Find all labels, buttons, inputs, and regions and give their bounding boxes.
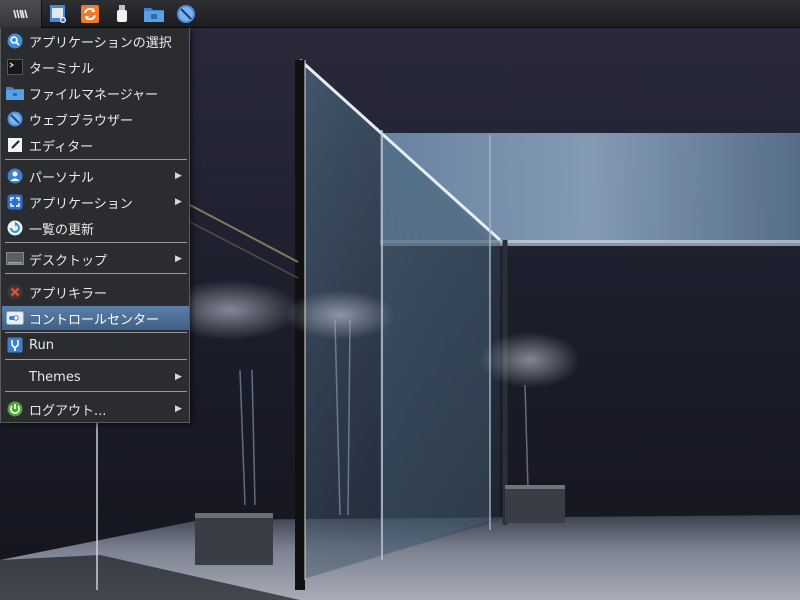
menu-item-label: 一覧の更新 — [29, 222, 95, 238]
update-icon — [81, 4, 99, 23]
notepad-launcher[interactable] — [42, 1, 74, 27]
notepad-icon — [50, 4, 66, 23]
menu-item-personal[interactable]: パーソナル ▶ — [2, 164, 189, 188]
usb-drive-icon — [117, 4, 127, 22]
menu-item-select-application[interactable]: アプリケーションの選択 — [2, 29, 189, 53]
menu-separator — [5, 391, 187, 392]
menu-separator — [5, 159, 187, 160]
menu-item-label: コントロールセンター — [29, 312, 160, 328]
menu-separator — [5, 273, 187, 274]
menu-item-label: ウェブブラウザー — [29, 113, 134, 129]
submenu-arrow-icon: ▶ — [175, 197, 182, 207]
menu-item-web-browser[interactable]: ウェブブラウザー — [2, 107, 189, 131]
desktop-icon — [6, 250, 24, 268]
menu-item-themes[interactable]: Themes ▶ — [2, 365, 189, 389]
folder-icon — [144, 7, 164, 22]
menu-item-label: アプリキラー — [29, 286, 108, 302]
menu-item-terminal[interactable]: ターミナル — [2, 55, 189, 79]
menu-item-logout[interactable]: ログアウト... ▶ — [2, 397, 189, 421]
menu-separator — [5, 359, 187, 360]
menu-item-label: パーソナル — [29, 170, 95, 186]
submenu-arrow-icon: ▶ — [175, 404, 182, 414]
menu-item-label: アプリケーション — [29, 196, 133, 212]
terminal-icon — [6, 58, 24, 76]
power-icon — [6, 400, 24, 418]
browser-icon — [177, 4, 195, 23]
menu-item-file-manager[interactable]: ファイルマネージャー — [2, 81, 189, 105]
menu-item-label: ログアウト... — [29, 403, 107, 419]
menu-item-label: Run — [29, 337, 54, 353]
menu-item-label: アプリケーションの選択 — [29, 35, 172, 51]
folder-launcher[interactable] — [138, 1, 170, 27]
folder-icon — [6, 84, 24, 102]
menu-item-app-killer[interactable]: アプリキラー — [2, 280, 189, 304]
browser-icon — [6, 110, 24, 128]
menu-item-label: Themes — [29, 369, 81, 385]
menu-button[interactable] — [0, 0, 42, 28]
menu-item-desktop[interactable]: デスクトップ ▶ — [2, 247, 189, 271]
kill-icon — [6, 283, 24, 301]
menu-item-refresh-list[interactable]: 一覧の更新 — [2, 216, 189, 240]
usb-drive-launcher[interactable] — [106, 1, 138, 27]
apps-icon — [6, 193, 24, 211]
editor-icon — [6, 136, 24, 154]
submenu-arrow-icon: ▶ — [175, 171, 182, 181]
menu-item-applications[interactable]: アプリケーション ▶ — [2, 190, 189, 214]
menu-item-label: エディター — [29, 139, 94, 155]
menu-item-editor[interactable]: エディター — [2, 133, 189, 157]
user-icon — [6, 167, 24, 185]
menu-logo-icon — [12, 9, 28, 18]
browser-launcher[interactable] — [170, 1, 202, 27]
top-panel — [0, 0, 800, 28]
submenu-arrow-icon: ▶ — [175, 372, 182, 382]
update-launcher[interactable] — [74, 1, 106, 27]
menu-item-label: ターミナル — [29, 61, 95, 77]
start-menu: アプリケーションの選択 ターミナル ファイルマネージャー ウェブブラウザー エデ… — [0, 28, 190, 423]
menu-item-label: デスクトップ — [29, 253, 108, 269]
menu-item-label: ファイルマネージャー — [29, 87, 159, 103]
submenu-arrow-icon: ▶ — [175, 254, 182, 264]
control-center-icon — [6, 309, 24, 327]
search-icon — [6, 32, 24, 50]
refresh-icon — [6, 219, 24, 237]
menu-item-control-center[interactable]: コントロールセンター — [2, 306, 189, 330]
menu-separator — [5, 242, 187, 243]
run-icon — [6, 336, 24, 354]
menu-item-run[interactable]: Run — [2, 333, 189, 357]
